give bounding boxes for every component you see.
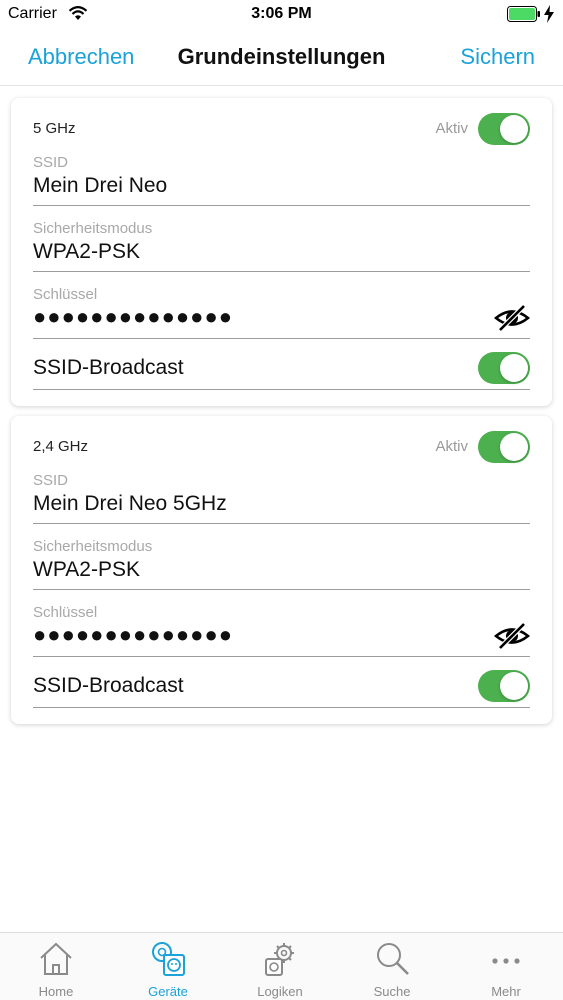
key-field[interactable]: Schlüssel ●●●●●●●●●●●●●● (33, 286, 530, 339)
security-mode-label: Sicherheitsmodus (33, 538, 153, 555)
band-label: 5 GHz (33, 120, 76, 137)
ssid-value: Mein Drei Neo (33, 174, 168, 197)
tab-devices-label: Geräte (148, 984, 188, 999)
status-bar: Carrier 3:06 PM (0, 0, 563, 30)
tab-more[interactable]: Mehr (450, 933, 562, 1000)
clock: 3:06 PM (251, 5, 312, 22)
security-mode-label: Sicherheitsmodus (33, 220, 153, 237)
key-field[interactable]: Schlüssel ●●●●●●●●●●●●●● (33, 604, 530, 657)
key-label: Schlüssel (33, 604, 98, 621)
tab-more-label: Mehr (491, 984, 521, 999)
more-icon (492, 958, 520, 964)
security-mode-value: WPA2-PSK (33, 240, 140, 263)
battery-icon (507, 6, 540, 22)
ssid-value: Mein Drei Neo 5GHz (33, 492, 227, 515)
active-label: Aktiv (435, 438, 468, 455)
ssid-broadcast-toggle[interactable] (478, 352, 530, 384)
tab-logic-label: Logiken (257, 984, 303, 999)
tab-logic[interactable]: Logiken (224, 933, 336, 1000)
ssid-broadcast-label: SSID-Broadcast (33, 356, 184, 379)
tab-search-label: Suche (373, 984, 411, 999)
search-icon (377, 943, 409, 975)
security-mode-field[interactable]: Sicherheitsmodus WPA2-PSK (33, 220, 530, 272)
ssid-label: SSID (33, 472, 69, 489)
key-label: Schlüssel (33, 286, 98, 303)
eye-slash-icon[interactable] (494, 622, 530, 650)
save-button[interactable]: Sichern (460, 44, 535, 70)
charging-bolt-icon (544, 5, 554, 23)
tab-home[interactable]: Home (0, 933, 112, 1000)
logic-gear-icon (265, 943, 294, 976)
network-card-5ghz: 5 GHz Aktiv SSID Mein Drei Neo Sicherhei… (11, 98, 552, 406)
security-mode-field[interactable]: Sicherheitsmodus WPA2-PSK (33, 538, 530, 590)
ssid-broadcast-row: SSID-Broadcast (33, 346, 530, 390)
tab-bar: Home Geräte Logiken Suche Mehr (0, 932, 563, 1000)
eye-slash-icon[interactable] (494, 304, 530, 332)
tab-home-label: Home (38, 984, 74, 999)
ssid-broadcast-row: SSID-Broadcast (33, 664, 530, 708)
key-value: ●●●●●●●●●●●●●● (33, 304, 234, 329)
home-icon (40, 942, 72, 975)
band-label: 2,4 GHz (33, 438, 89, 455)
network-card-2-4ghz: 2,4 GHz Aktiv SSID Mein Drei Neo 5GHz Si… (11, 416, 552, 724)
ssid-field[interactable]: SSID Mein Drei Neo 5GHz (33, 472, 530, 524)
tab-search[interactable]: Suche (336, 933, 448, 1000)
devices-icon (152, 942, 185, 976)
ssid-broadcast-label: SSID-Broadcast (33, 674, 184, 697)
key-value: ●●●●●●●●●●●●●● (33, 622, 234, 647)
active-toggle[interactable] (478, 431, 530, 463)
tab-devices[interactable]: Geräte (112, 933, 224, 1000)
ssid-field[interactable]: SSID Mein Drei Neo (33, 154, 530, 206)
active-toggle[interactable] (478, 113, 530, 145)
ssid-broadcast-toggle[interactable] (478, 670, 530, 702)
active-label: Aktiv (435, 120, 468, 137)
security-mode-value: WPA2-PSK (33, 558, 140, 581)
ssid-label: SSID (33, 154, 69, 171)
navigation-bar: Abbrechen Grundeinstellungen Sichern (0, 30, 563, 86)
